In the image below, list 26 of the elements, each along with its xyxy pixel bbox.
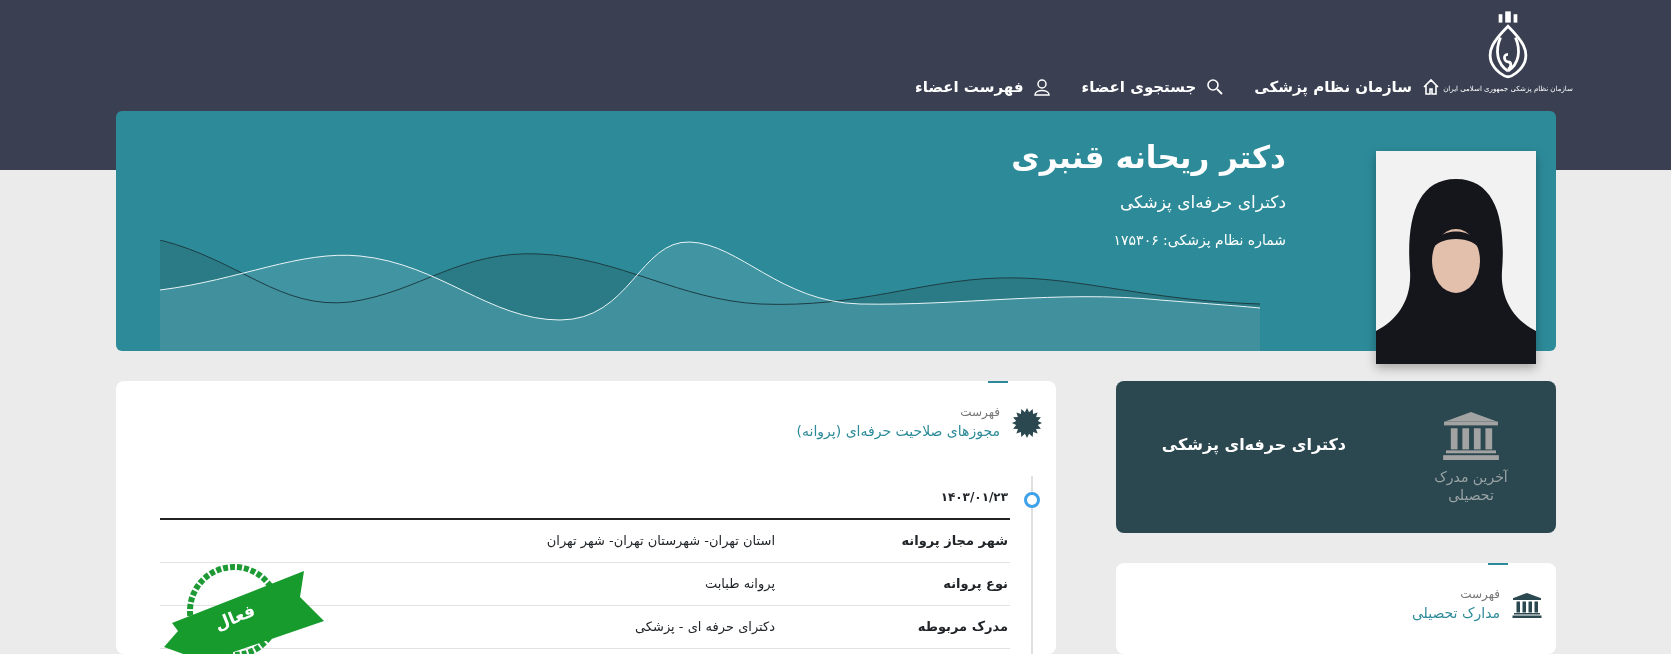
degree-title: دکترای حرفه‌ای پزشکی [1161,433,1346,457]
field-value: پروانه طبابت [705,575,775,594]
section-kicker: فهرست [959,404,1000,421]
field-label: شهر مجاز پروانه [900,532,1009,551]
institution-icon [1442,409,1500,460]
field-label: نوع پروانه [942,575,1009,594]
doctor-name: دکتر ریحانه قنبری [1011,139,1286,177]
timeline-dot [1024,492,1040,508]
section-title: مجوزهای صلاحیت حرفه‌ای (پروانه) [796,422,1000,442]
nav-link[interactable]: سازمان نظام پزشکی [1254,76,1440,99]
search-icon [1206,78,1225,97]
section-kicker: فهرست [1459,586,1500,603]
section-title: مدارک تحصیلی [1411,604,1500,624]
card-caption: آخرین مدرک تحصیلی [1433,467,1509,505]
user-icon [1033,78,1052,97]
nav-link[interactable]: جستجوی اعضاء [1081,76,1225,99]
license-number: شماره نظام پزشکی: ۱۷۵۳۰۶ [1113,230,1286,251]
license-date: ۱۴۰۳/۰۱/۲۳ [160,476,1010,520]
field-value: دکترای حرفه ای - پزشکی [635,618,775,637]
badge-icon [1012,407,1042,438]
home-icon [1422,78,1440,97]
field-value: استان تهران- شهرستان تهران- شهر تهران [546,532,775,551]
degree-text: دکترای حرفه‌ای پزشکی [1119,191,1286,215]
institution-icon [1512,591,1542,618]
field-label: مدرک مربوطه [916,618,1009,637]
nav-link[interactable]: فهرست اعضاء [915,76,1052,99]
